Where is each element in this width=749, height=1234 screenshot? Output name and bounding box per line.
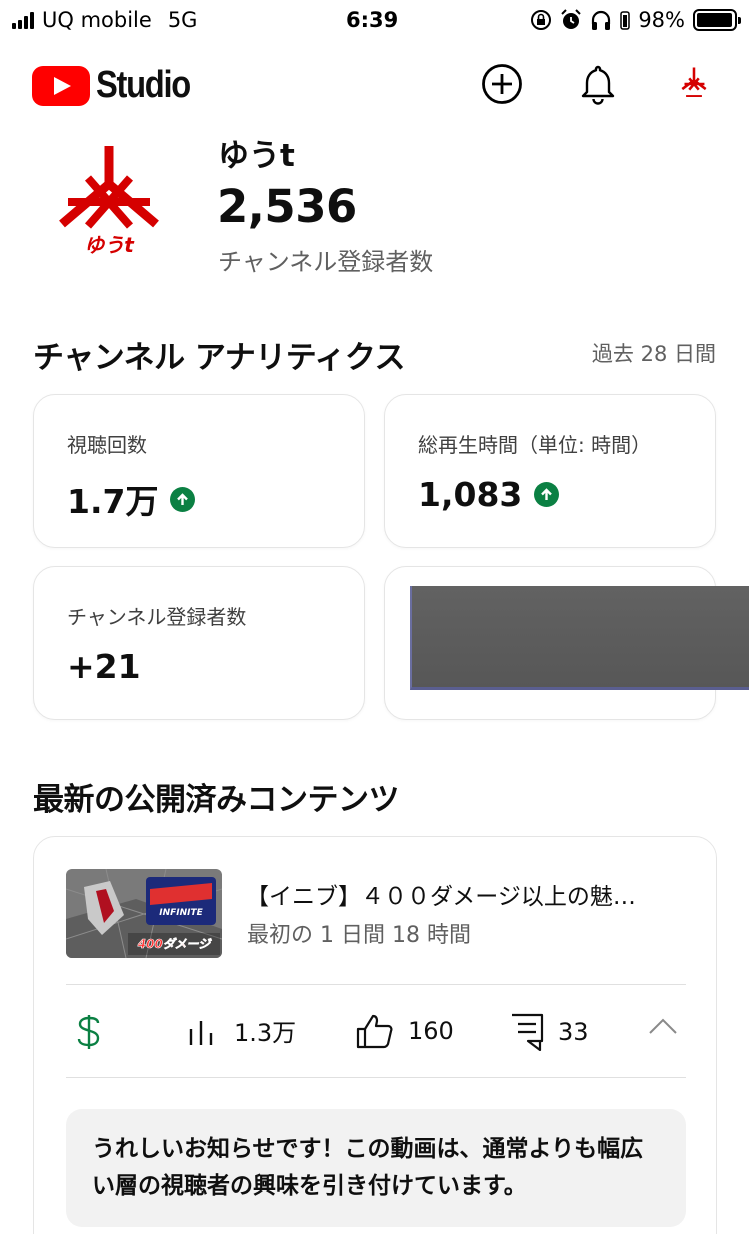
chevron-up-icon bbox=[649, 1018, 677, 1034]
comment-icon bbox=[512, 1013, 544, 1051]
collapse-button[interactable] bbox=[648, 1017, 678, 1035]
orientation-lock-icon bbox=[531, 10, 552, 30]
network-type: 5G bbox=[167, 8, 198, 32]
subscriber-label: チャンネル登録者数 bbox=[218, 248, 434, 276]
account-avatar[interactable] bbox=[672, 62, 716, 106]
insight-notice: うれしいお知らせです！この動画は、通常よりも幅広い層の視聴者の興味を引き付けてい… bbox=[66, 1109, 686, 1227]
subscribers-value: +21 bbox=[67, 647, 141, 686]
status-bar: UQ mobile 5G 6:39 98% bbox=[0, 0, 749, 42]
watch-time-card[interactable]: 総再生時間（単位: 時間） 1,083 bbox=[384, 394, 716, 548]
views-stat[interactable]: 1.3万 bbox=[188, 1013, 296, 1048]
views-count: 1.3万 bbox=[234, 1019, 297, 1047]
battery-icon bbox=[693, 9, 741, 31]
likes-count: 160 bbox=[408, 1017, 454, 1045]
create-button[interactable] bbox=[480, 62, 524, 106]
channel-name: ゆうt bbox=[218, 138, 295, 174]
bar-chart-icon bbox=[189, 1020, 213, 1045]
analytics-period[interactable]: 過去 28 日間 bbox=[592, 338, 716, 368]
battery-percent: 98% bbox=[638, 8, 685, 32]
status-right: 98% bbox=[530, 8, 741, 32]
redacted-overlay bbox=[410, 586, 749, 690]
video-period: 最初の 1 日間 18 時間 bbox=[247, 923, 471, 948]
video-thumbnail[interactable]: INFINITE 400ダメージ bbox=[66, 869, 222, 958]
likes-stat[interactable]: 160 bbox=[356, 1013, 454, 1049]
channel-logo-icon: ゆうt bbox=[59, 146, 159, 257]
status-left: UQ mobile 5G bbox=[12, 8, 197, 32]
headphones-icon bbox=[592, 10, 611, 30]
subscriber-count: 2,536 bbox=[217, 180, 357, 233]
divider bbox=[66, 1077, 686, 1078]
monetization-stat[interactable] bbox=[76, 1013, 102, 1051]
video-stats-row: 1.3万 160 33 bbox=[66, 985, 686, 1077]
app-name: Studio bbox=[96, 64, 191, 106]
views-value: 1.7万 bbox=[67, 482, 159, 521]
video-title[interactable]: 【イニブ】４００ダメージ以上の魅… bbox=[246, 877, 686, 911]
subscribers-value-row: +21 bbox=[67, 647, 141, 686]
subscribers-label: チャンネル登録者数 bbox=[67, 605, 247, 629]
analytics-title: チャンネル アナリティクス bbox=[33, 340, 405, 376]
trend-up-icon bbox=[534, 482, 560, 507]
watch-time-value: 1,083 bbox=[418, 475, 523, 514]
thumbnail-caption: 400ダメージ bbox=[137, 937, 212, 951]
subscribers-card[interactable]: チャンネル登録者数 +21 bbox=[33, 566, 365, 720]
carrier-name: UQ mobile bbox=[42, 8, 152, 32]
channel-logo-text: ゆうt bbox=[84, 233, 135, 257]
comments-stat[interactable]: 33 bbox=[510, 1013, 589, 1051]
create-icon bbox=[482, 64, 522, 104]
views-card[interactable]: 視聴回数 1.7万 bbox=[33, 394, 365, 548]
views-label: 視聴回数 bbox=[67, 433, 147, 457]
latest-content-card: INFINITE 400ダメージ 【イニブ】４００ダメージ以上の魅… 最初の 1… bbox=[33, 836, 717, 1234]
svg-text:INFINITE: INFINITE bbox=[159, 908, 203, 918]
cellular-signal-icon bbox=[12, 11, 34, 29]
monetization-icon bbox=[77, 1015, 100, 1049]
watch-time-value-row: 1,083 bbox=[418, 475, 560, 514]
battery-small-icon bbox=[620, 11, 631, 30]
notifications-icon bbox=[581, 65, 615, 105]
clock: 6:39 bbox=[346, 8, 399, 32]
watch-time-label: 総再生時間（単位: 時間） bbox=[418, 433, 652, 457]
youtube-play-icon bbox=[32, 65, 90, 106]
latest-content-title: 最新の公開済みコンテンツ bbox=[33, 782, 400, 818]
comments-count: 33 bbox=[558, 1018, 589, 1046]
youtube-studio-logo[interactable]: Studio bbox=[32, 64, 205, 107]
channel-avatar[interactable]: ゆうt bbox=[54, 140, 164, 260]
thumbnail-image: INFINITE 400ダメージ bbox=[66, 869, 222, 958]
thumbs-up-icon bbox=[356, 1014, 393, 1049]
alarm-icon bbox=[561, 9, 582, 29]
notifications-button[interactable] bbox=[576, 62, 620, 106]
app-header: Studio bbox=[0, 52, 749, 118]
trend-up-icon bbox=[170, 486, 196, 512]
battery-level-fill bbox=[697, 13, 733, 27]
account-avatar-icon bbox=[681, 67, 707, 97]
views-value-row: 1.7万 bbox=[67, 475, 196, 523]
